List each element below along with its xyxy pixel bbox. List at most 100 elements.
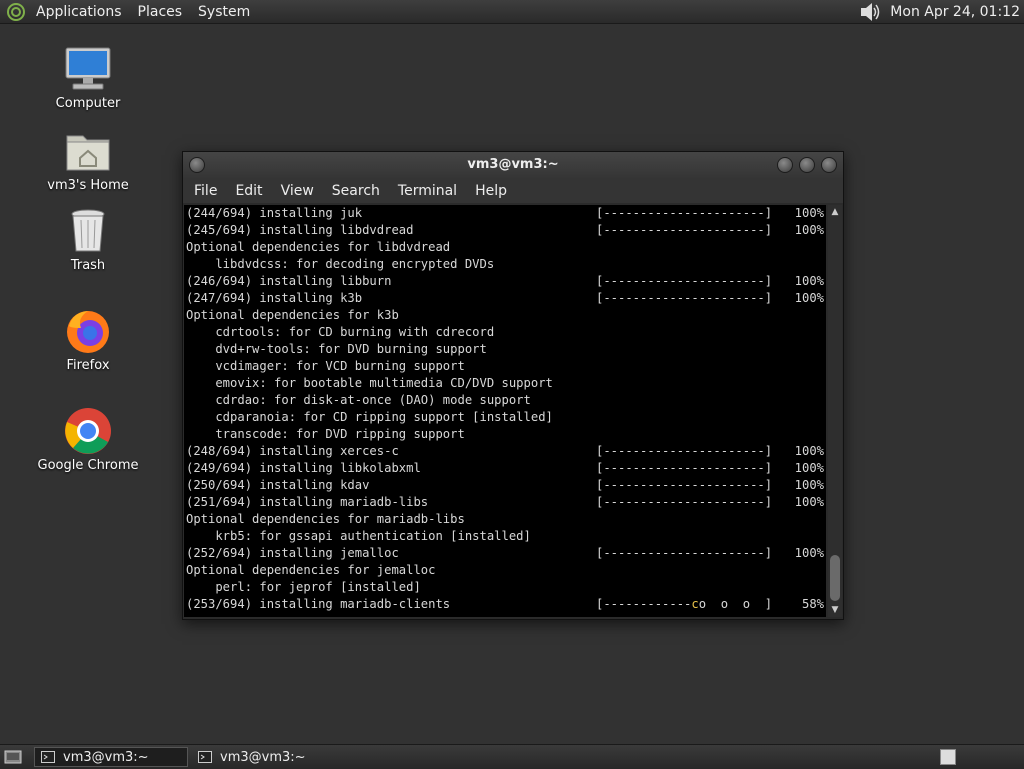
terminal-line-text: transcode: for DVD ripping support [186, 427, 465, 441]
terminal-line-text: (249/694) installing libkolabxml [186, 461, 421, 475]
terminal-line: transcode: for DVD ripping support [186, 426, 824, 443]
terminal-lines: (244/694) installing juk [---------------… [184, 205, 826, 613]
close-button[interactable] [821, 157, 837, 173]
progress-percent: 100% [794, 444, 824, 458]
desktop-icon-firefox[interactable]: Firefox [28, 306, 148, 373]
terminal-line: vcdimager: for VCD burning support [186, 358, 824, 375]
terminal-line: krb5: for gssapi authentication [install… [186, 528, 824, 545]
taskbar-item-terminal-1[interactable]: vm3@vm3:~ [34, 747, 188, 767]
clock[interactable]: Mon Apr 24, 01:12 [882, 4, 1024, 20]
terminal-line-text: cdparanoia: for CD ripping support [inst… [186, 410, 553, 424]
taskbar-item-terminal-2[interactable]: vm3@vm3:~ [192, 747, 346, 767]
terminal-window[interactable]: vm3@vm3:~ File Edit View Search Terminal… [182, 151, 844, 620]
terminal-line: Optional dependencies for mariadb-libs [186, 511, 824, 528]
terminal-line: (244/694) installing juk [---------------… [186, 205, 824, 222]
terminal-output[interactable]: (244/694) installing juk [---------------… [184, 205, 826, 617]
progress-percent: 58% [801, 597, 824, 611]
terminal-line-text: emovix: for bootable multimedia CD/DVD s… [186, 376, 553, 390]
menu-help[interactable]: Help [466, 183, 516, 199]
progress-bar-text: [----------------------] [596, 291, 773, 305]
progress-bar-text: [----------------------] [596, 546, 773, 560]
terminal-icon [41, 751, 55, 763]
terminal-line: cdrtools: for CD burning with cdrecord [186, 324, 824, 341]
terminal-line: emovix: for bootable multimedia CD/DVD s… [186, 375, 824, 392]
desktop-icon-chrome[interactable]: Google Chrome [28, 406, 148, 473]
terminal-line: (247/694) installing k3b [---------------… [186, 290, 824, 307]
desktop-icon-computer[interactable]: Computer [28, 44, 148, 111]
terminal-line: Optional dependencies for k3b [186, 307, 824, 324]
places-menu[interactable]: Places [130, 4, 191, 20]
minimize-button[interactable] [777, 157, 793, 173]
progress-done: [------------ [596, 597, 692, 611]
progress-bar-text: [----------------------] [596, 274, 773, 288]
progress-percent: 100% [794, 495, 824, 509]
desktop-icon-label: vm3's Home [47, 178, 129, 193]
progress-bar-text: [----------------------] [596, 495, 773, 509]
terminal-line: perl: for jeprof [installed] [186, 579, 824, 596]
terminal-line-text: (252/694) installing jemalloc [186, 546, 399, 560]
terminal-line: Optional dependencies for jemalloc [186, 562, 824, 579]
window-titlebar[interactable]: vm3@vm3:~ [183, 152, 843, 178]
progress-bar-text: [----------------------] [596, 206, 773, 220]
scroll-down-arrow-icon[interactable]: ▼ [828, 603, 842, 617]
terminal-line-text: (246/694) installing libburn [186, 274, 392, 288]
terminal-line-text: krb5: for gssapi authentication [install… [186, 529, 531, 543]
progress-percent: 100% [794, 223, 824, 237]
progress-bar-text: [----------------------] [596, 478, 773, 492]
desktop-icon-label: Trash [70, 258, 106, 273]
terminal-line: Optional dependencies for libdvdread [186, 239, 824, 256]
menu-search[interactable]: Search [323, 183, 389, 199]
terminal-menubar: File Edit View Search Terminal Help [183, 178, 843, 203]
window-menu-button[interactable] [189, 157, 205, 173]
chrome-icon [65, 408, 111, 454]
terminal-line-text: (245/694) installing libdvdread [186, 223, 414, 237]
scroll-up-arrow-icon[interactable]: ▲ [828, 205, 842, 219]
scrollbar-thumb[interactable] [830, 555, 840, 601]
terminal-line-text: cdrtools: for CD burning with cdrecord [186, 325, 495, 339]
progress-percent: 100% [794, 291, 824, 305]
terminal-icon [198, 751, 212, 763]
system-menu[interactable]: System [190, 4, 258, 20]
terminal-line-text: Optional dependencies for libdvdread [186, 240, 451, 254]
progress-pacman: c [691, 597, 699, 611]
progress-percent: 100% [794, 546, 824, 560]
desktop-icon-home[interactable]: vm3's Home [28, 126, 148, 193]
volume-icon[interactable] [858, 1, 882, 23]
taskbar-item-label: vm3@vm3:~ [220, 749, 306, 765]
progress-bar-text: [------------co o o ] [596, 596, 772, 613]
bottom-panel: vm3@vm3:~ vm3@vm3:~ [0, 744, 1024, 769]
terminal-line: (250/694) installing kdav [--------------… [186, 477, 824, 494]
firefox-icon [67, 311, 109, 353]
terminal-line-text: (244/694) installing juk [186, 206, 363, 220]
desktop-icon-trash[interactable]: Trash [28, 206, 148, 273]
terminal-line-text: (253/694) installing mariadb-clients [186, 597, 451, 611]
terminal-line-text: dvd+rw-tools: for DVD burning support [186, 342, 487, 356]
menu-view[interactable]: View [272, 183, 323, 199]
maximize-button[interactable] [799, 157, 815, 173]
terminal-line: (245/694) installing libdvdread [--------… [186, 222, 824, 239]
menu-file[interactable]: File [185, 183, 226, 199]
terminal-line: (248/694) installing xerces-c [----------… [186, 443, 824, 460]
terminal-line-text: libdvdcss: for decoding encrypted DVDs [186, 257, 495, 271]
terminal-line-text: perl: for jeprof [installed] [186, 580, 421, 594]
trash-icon [71, 209, 105, 252]
desktop-icon-label: Computer [55, 96, 121, 111]
distro-logo-icon[interactable] [6, 2, 26, 22]
show-desktop-icon[interactable] [4, 749, 22, 765]
terminal-line-text: Optional dependencies for jemalloc [186, 563, 436, 577]
terminal-line: (252/694) installing jemalloc [----------… [186, 545, 824, 562]
progress-bar-text: [----------------------] [596, 461, 773, 475]
scrollbar[interactable]: ▲ ▼ [828, 205, 842, 617]
applications-menu[interactable]: Applications [28, 4, 130, 20]
terminal-line: libdvdcss: for decoding encrypted DVDs [186, 256, 824, 273]
workspace-switcher[interactable] [940, 749, 956, 765]
home-folder-icon [66, 135, 110, 171]
terminal-line: (251/694) installing mariadb-libs [------… [186, 494, 824, 511]
top-panel: Applications Places System Mon Apr 24, 0… [0, 0, 1024, 24]
menu-terminal[interactable]: Terminal [389, 183, 466, 199]
menu-edit[interactable]: Edit [226, 183, 271, 199]
terminal-line: (253/694) installing mariadb-clients [---… [186, 596, 824, 613]
progress-percent: 100% [794, 461, 824, 475]
progress-percent: 100% [794, 478, 824, 492]
terminal-line: cdparanoia: for CD ripping support [inst… [186, 409, 824, 426]
